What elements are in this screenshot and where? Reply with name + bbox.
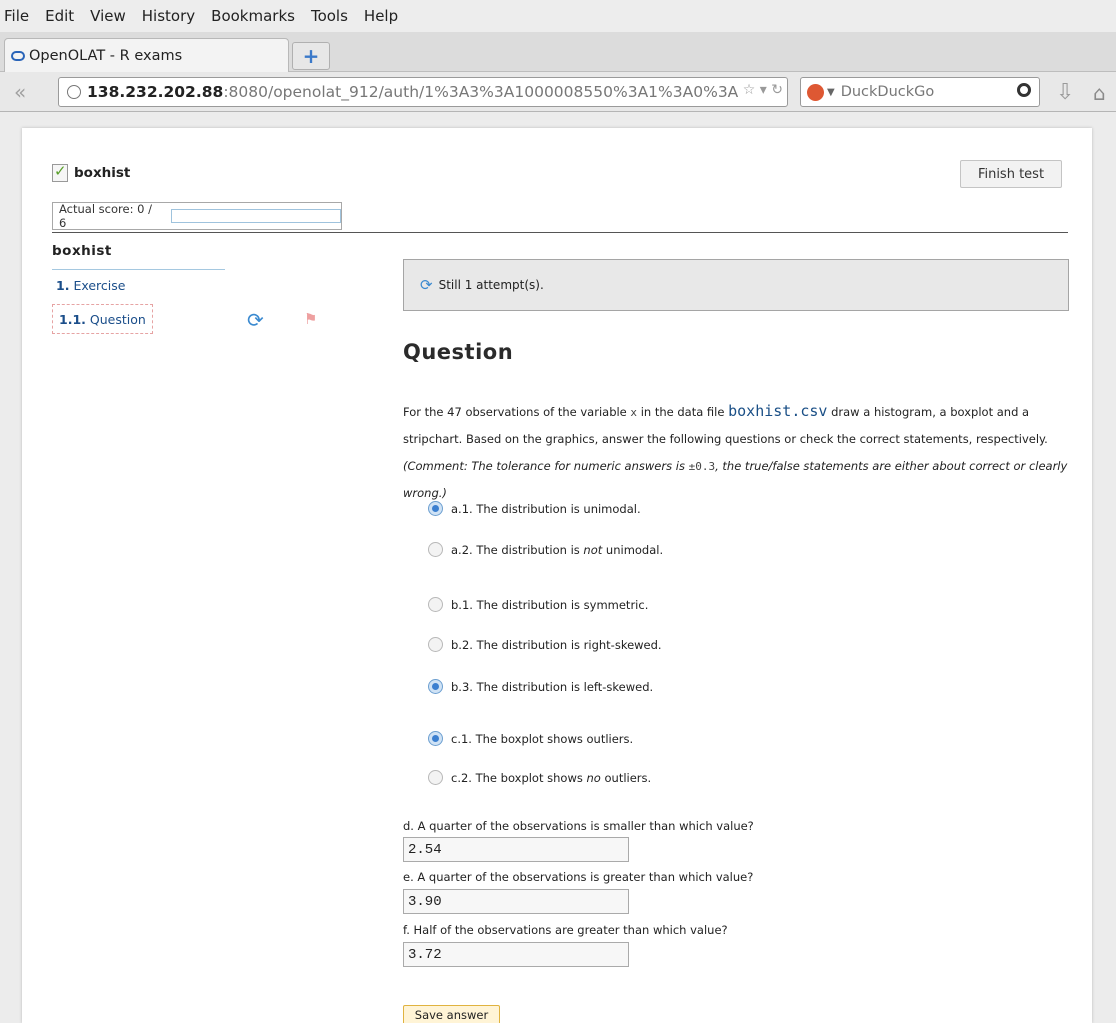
data-file-name: boxhist.csv bbox=[728, 402, 828, 420]
new-tab-icon: + bbox=[302, 44, 320, 68]
sidebar-item-number: 1. bbox=[56, 278, 70, 293]
option-label: a.2. The distribution is not unimodal. bbox=[451, 543, 663, 557]
menu-bookmarks[interactable]: Bookmarks bbox=[211, 7, 295, 25]
test-icon bbox=[52, 162, 68, 182]
option-label-part: a.2. The distribution is bbox=[451, 542, 584, 557]
option-label-part: outliers. bbox=[600, 770, 652, 785]
sidebar-item-label: Question bbox=[89, 311, 146, 327]
comment-text: (Comment: The tolerance for numeric answ… bbox=[403, 459, 685, 473]
sidebar-item-label: Exercise bbox=[73, 278, 126, 293]
option-label: a.1. The distribution is unimodal. bbox=[451, 501, 641, 516]
option-label: c.2. The boxplot shows no outliers. bbox=[451, 771, 651, 785]
radio-button[interactable] bbox=[428, 679, 443, 694]
option-b1[interactable]: b.1. The distribution is symmetric. bbox=[428, 597, 648, 612]
openolat-favicon-icon bbox=[11, 50, 25, 61]
radio-button[interactable] bbox=[428, 597, 443, 612]
url-actions: ☆ ▾ ↻ bbox=[738, 82, 783, 98]
option-label-part: c.2. The boxplot shows bbox=[451, 770, 587, 785]
url-dropdown-icon[interactable]: ▾ bbox=[760, 82, 767, 98]
menu-help[interactable]: Help bbox=[364, 7, 398, 25]
tab-title: OpenOLAT - R exams bbox=[29, 47, 183, 64]
attempts-text: Still 1 attempt(s). bbox=[438, 278, 544, 292]
tolerance-value: ±0.3 bbox=[688, 460, 716, 473]
answer-e-input[interactable] bbox=[403, 889, 629, 914]
page-content: boxhist Finish test Actual score: 0 / 6 … bbox=[22, 128, 1092, 1023]
navigation-bar: « 138.232.202.88:8080/openolat_912/auth/… bbox=[0, 72, 1116, 112]
search-icon[interactable] bbox=[1017, 83, 1031, 97]
chevron-down-icon: ▼ bbox=[827, 86, 835, 98]
option-a2[interactable]: a.2. The distribution is not unimodal. bbox=[428, 542, 663, 557]
bookmark-star-icon[interactable]: ☆ bbox=[743, 82, 756, 98]
question-text-part: Based on the graphics, answer the follow… bbox=[465, 432, 1048, 446]
question-text: For the 47 observations of the variable … bbox=[403, 398, 1073, 507]
radio-button[interactable] bbox=[428, 501, 443, 516]
question-text-part: For the 47 observations of the variable bbox=[403, 405, 627, 419]
sidebar-item-number: 1.1. bbox=[59, 311, 86, 327]
option-label: b.2. The distribution is right-skewed. bbox=[451, 637, 662, 652]
new-tab-button[interactable]: + bbox=[292, 42, 330, 70]
refresh-icon: ⟳ bbox=[420, 276, 433, 294]
menu-history[interactable]: History bbox=[142, 7, 195, 25]
option-label: b.1. The distribution is symmetric. bbox=[451, 597, 649, 612]
option-label: b.3. The distribution is left-skewed. bbox=[451, 679, 654, 694]
sidebar-item-exercise[interactable]: 1. Exercise bbox=[56, 278, 125, 293]
option-label-emphasis: not bbox=[583, 542, 603, 557]
back-icon: « bbox=[14, 80, 27, 104]
search-placeholder: DuckDuckGo bbox=[840, 84, 935, 100]
radio-button[interactable] bbox=[428, 542, 443, 557]
test-title: boxhist bbox=[52, 162, 131, 182]
question-heading: Question bbox=[403, 340, 514, 364]
option-b3[interactable]: b.3. The distribution is left-skewed. bbox=[428, 679, 653, 694]
question-e-label: e. A quarter of the observations is grea… bbox=[403, 870, 754, 884]
mark-flag-icon[interactable]: ⚑ bbox=[304, 310, 317, 328]
back-button[interactable]: « bbox=[14, 80, 42, 104]
answer-f-input[interactable] bbox=[403, 942, 629, 967]
sidebar-item-question[interactable]: 1.1. Question bbox=[52, 304, 153, 334]
option-label-part: unimodal. bbox=[602, 542, 664, 557]
option-b2[interactable]: b.2. The distribution is right-skewed. bbox=[428, 637, 662, 652]
menu-tools[interactable]: Tools bbox=[311, 7, 348, 25]
search-bar[interactable]: ▼ DuckDuckGo bbox=[800, 77, 1040, 107]
menu-bar: File Edit View History Bookmarks Tools H… bbox=[0, 0, 1116, 32]
search-engine-icon[interactable] bbox=[807, 83, 824, 101]
refresh-icon: ⟳ bbox=[247, 308, 264, 332]
save-answer-button[interactable]: Save answer bbox=[403, 1005, 500, 1023]
variable-name: x bbox=[630, 406, 638, 419]
browser-tab[interactable]: OpenOLAT - R exams bbox=[4, 38, 289, 72]
question-f-label: f. Half of the observations are greater … bbox=[403, 923, 728, 937]
menu-file[interactable]: File bbox=[4, 7, 29, 25]
divider bbox=[52, 232, 1068, 233]
menu-view[interactable]: View bbox=[90, 7, 126, 25]
url-bar[interactable]: 138.232.202.88:8080/openolat_912/auth/1%… bbox=[58, 77, 788, 107]
option-label-emphasis: no bbox=[586, 770, 601, 785]
sidebar-divider bbox=[52, 269, 225, 270]
question-d-label: d. A quarter of the observations is smal… bbox=[403, 819, 754, 833]
url-path: :8080/openolat_912/auth/1%3A3%3A10000085… bbox=[223, 83, 739, 101]
attempts-info-box: ⟳ Still 1 attempt(s). bbox=[403, 259, 1069, 311]
option-label: c.1. The boxplot shows outliers. bbox=[451, 731, 634, 746]
site-identity-icon[interactable] bbox=[67, 85, 81, 99]
home-icon[interactable]: ⌂ bbox=[1093, 81, 1106, 105]
reload-icon[interactable]: ↻ bbox=[771, 82, 783, 98]
url-host: 138.232.202.88 bbox=[87, 83, 224, 101]
radio-button[interactable] bbox=[428, 770, 443, 785]
sidebar-title: boxhist bbox=[52, 243, 112, 259]
tab-strip: OpenOLAT - R exams + bbox=[0, 32, 1116, 72]
finish-test-button[interactable]: Finish test bbox=[960, 160, 1062, 188]
answer-d-input[interactable] bbox=[403, 837, 629, 862]
option-c2[interactable]: c.2. The boxplot shows no outliers. bbox=[428, 770, 651, 785]
score-box: Actual score: 0 / 6 bbox=[52, 202, 342, 230]
radio-button[interactable] bbox=[428, 637, 443, 652]
menu-edit[interactable]: Edit bbox=[45, 7, 74, 25]
question-text-part: in the data file bbox=[640, 405, 725, 419]
test-title-text: boxhist bbox=[74, 165, 131, 181]
option-c1[interactable]: c.1. The boxplot shows outliers. bbox=[428, 731, 633, 746]
download-icon[interactable]: ⇩ bbox=[1056, 80, 1074, 105]
radio-button[interactable] bbox=[428, 731, 443, 746]
score-progress-bar bbox=[171, 209, 341, 223]
option-a1[interactable]: a.1. The distribution is unimodal. bbox=[428, 501, 641, 516]
score-label: Actual score: 0 / 6 bbox=[59, 202, 152, 230]
